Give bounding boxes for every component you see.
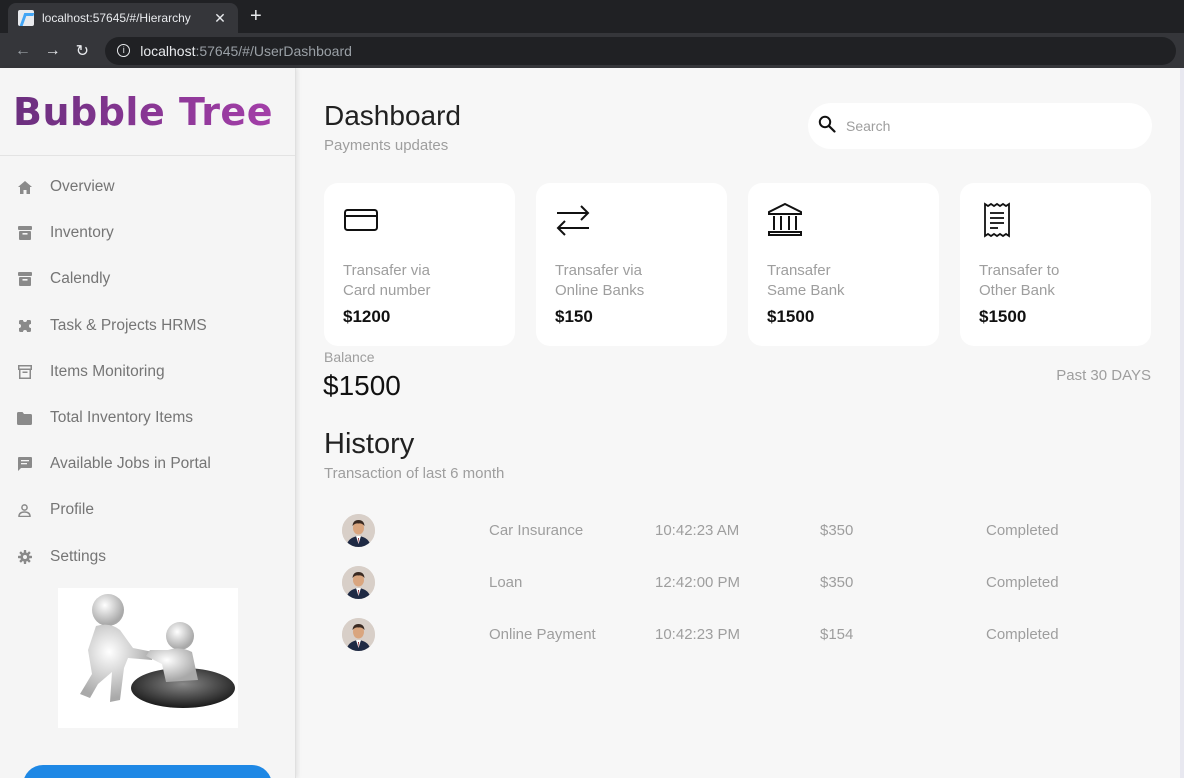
transaction-time: 10:42:23 AM (655, 522, 740, 539)
table-row[interactable]: Car Insurance 10:42:23 AM $350 Completed (342, 514, 1142, 566)
sidebar-item-label: Profile (50, 501, 94, 519)
info-icon[interactable]: i (117, 44, 131, 57)
balance-value: $1500 (323, 370, 401, 401)
home-icon (17, 180, 32, 195)
card-amount: $1200 (343, 307, 391, 326)
transaction-amount: $350 (820, 522, 854, 539)
card-amount: $1500 (979, 307, 1027, 326)
table-row[interactable]: Loan 12:42:00 PM $350 Completed (342, 566, 1142, 618)
flutter-favicon-icon (18, 10, 34, 26)
browser-tab-bar: localhost:57645/#/Hierarchy ✕ + (0, 0, 1184, 33)
transaction-list: Car Insurance 10:42:23 AM $350 Completed… (342, 514, 1142, 670)
history-subtitle: Transaction of last 6 month (324, 465, 505, 482)
card-amount: $1500 (767, 307, 815, 326)
forward-icon[interactable]: → (38, 42, 68, 60)
sidebar-item-label: Task & Projects HRMS (50, 316, 207, 334)
sidebar-item-label: Items Monitoring (50, 362, 165, 380)
sidebar: Bubble Tree Overview Inventory Calendly … (0, 68, 296, 778)
sidebar-item-label: Total Inventory Items (50, 409, 194, 427)
avatar (342, 618, 375, 651)
sidebar-action-button[interactable] (23, 765, 272, 778)
card-amount: $150 (555, 307, 593, 326)
browser-tab[interactable]: localhost:57645/#/Hierarchy ✕ (8, 3, 238, 33)
sidebar-item-label: Inventory (50, 224, 114, 242)
search-input[interactable] (846, 118, 1126, 134)
archive-icon (17, 272, 32, 287)
url-path: :57645/#/UserDashboard (195, 42, 352, 59)
period-label: Past 30 DAYS (1056, 367, 1151, 384)
url-field[interactable]: i localhost:57645/#/UserDashboard (105, 36, 1176, 65)
window-edge (1180, 68, 1184, 778)
url-host: localhost (140, 42, 196, 59)
transfer-arrows-icon (555, 205, 591, 242)
search-box[interactable] (808, 103, 1152, 149)
sidebar-item-items-monitoring[interactable]: Items Monitoring (0, 349, 295, 395)
transfer-cards: Transafer via Card number $1200 Transafe… (324, 183, 1151, 346)
chat-icon (17, 457, 32, 472)
transfer-card-online-banks[interactable]: Transafer via Online Banks $150 (536, 183, 727, 346)
sidebar-item-label: Overview (50, 178, 115, 196)
transaction-amount: $154 (820, 626, 854, 643)
transaction-time: 12:42:00 PM (655, 574, 741, 591)
avatar (342, 514, 375, 547)
sidebar-item-total-inventory[interactable]: Total Inventory Items (0, 395, 295, 441)
tab-close-icon[interactable]: ✕ (212, 10, 228, 27)
history-title: History (324, 428, 415, 460)
sidebar-item-inventory[interactable]: Inventory (0, 210, 295, 256)
back-icon[interactable]: ← (8, 42, 38, 60)
balance-label: Balance (324, 349, 375, 365)
sidebar-item-overview[interactable]: Overview (0, 164, 295, 210)
credit-card-icon (343, 209, 379, 242)
transaction-time: 10:42:23 PM (655, 626, 741, 643)
card-label: Transafer Same Bank (767, 262, 845, 299)
transfer-card-other-bank[interactable]: Transafer to Other Bank $1500 (960, 183, 1151, 346)
transaction-name: Car Insurance (489, 522, 584, 539)
brand-logo: Bubble Tree (0, 68, 295, 156)
sidebar-item-label: Calendly (50, 270, 111, 288)
page-title: Dashboard (324, 100, 461, 131)
table-row[interactable]: Online Payment 10:42:23 PM $154 Complete… (342, 618, 1142, 670)
search-icon (818, 115, 836, 138)
address-bar: ← → ↻ i localhost:57645/#/UserDashboard (0, 33, 1184, 68)
transaction-status: Completed (986, 626, 1059, 643)
card-label: Transafer via Card number (343, 262, 431, 299)
new-tab-icon[interactable]: + (250, 5, 262, 28)
transaction-status: Completed (986, 574, 1059, 591)
main-content: Dashboard Payments updates Transafer via… (296, 68, 1180, 778)
transaction-name: Loan (489, 574, 523, 591)
puzzle-icon (17, 318, 32, 333)
person-icon (17, 503, 32, 518)
page-subtitle: Payments updates (324, 137, 449, 154)
sidebar-item-task-projects[interactable]: Task & Projects HRMS (0, 303, 295, 349)
sidebar-menu: Overview Inventory Calendly Task & Proje… (0, 156, 295, 580)
avatar (342, 566, 375, 599)
transaction-amount: $350 (820, 574, 854, 591)
transfer-card-card-number[interactable]: Transafer via Card number $1200 (324, 183, 515, 346)
sidebar-item-available-jobs[interactable]: Available Jobs in Portal (0, 441, 295, 487)
sidebar-item-profile[interactable]: Profile (0, 487, 295, 533)
transaction-status: Completed (986, 522, 1059, 539)
sidebar-item-label: Available Jobs in Portal (50, 455, 211, 473)
card-label: Transafer via Online Banks (555, 262, 645, 299)
gear-icon (17, 549, 32, 564)
sidebar-item-settings[interactable]: Settings (0, 534, 295, 580)
sidebar-item-label: Settings (50, 547, 107, 565)
transaction-name: Online Payment (489, 626, 596, 643)
archive-outline-icon (17, 364, 32, 379)
archive-icon (17, 226, 32, 241)
brand-name: Bubble Tree (13, 89, 273, 134)
tab-title: localhost:57645/#/Hierarchy (42, 11, 191, 25)
transfer-card-same-bank[interactable]: Transafer Same Bank $1500 (748, 183, 939, 346)
receipt-icon (979, 202, 1015, 242)
url-text: localhost:57645/#/UserDashboard (140, 43, 352, 59)
helping-hand-illustration (58, 588, 238, 728)
sidebar-item-calendly[interactable]: Calendly (0, 256, 295, 302)
folder-icon (17, 411, 32, 426)
card-label: Transafer to Other Bank (979, 262, 1060, 299)
reload-icon[interactable]: ↻ (67, 41, 97, 61)
bank-icon (767, 202, 803, 242)
